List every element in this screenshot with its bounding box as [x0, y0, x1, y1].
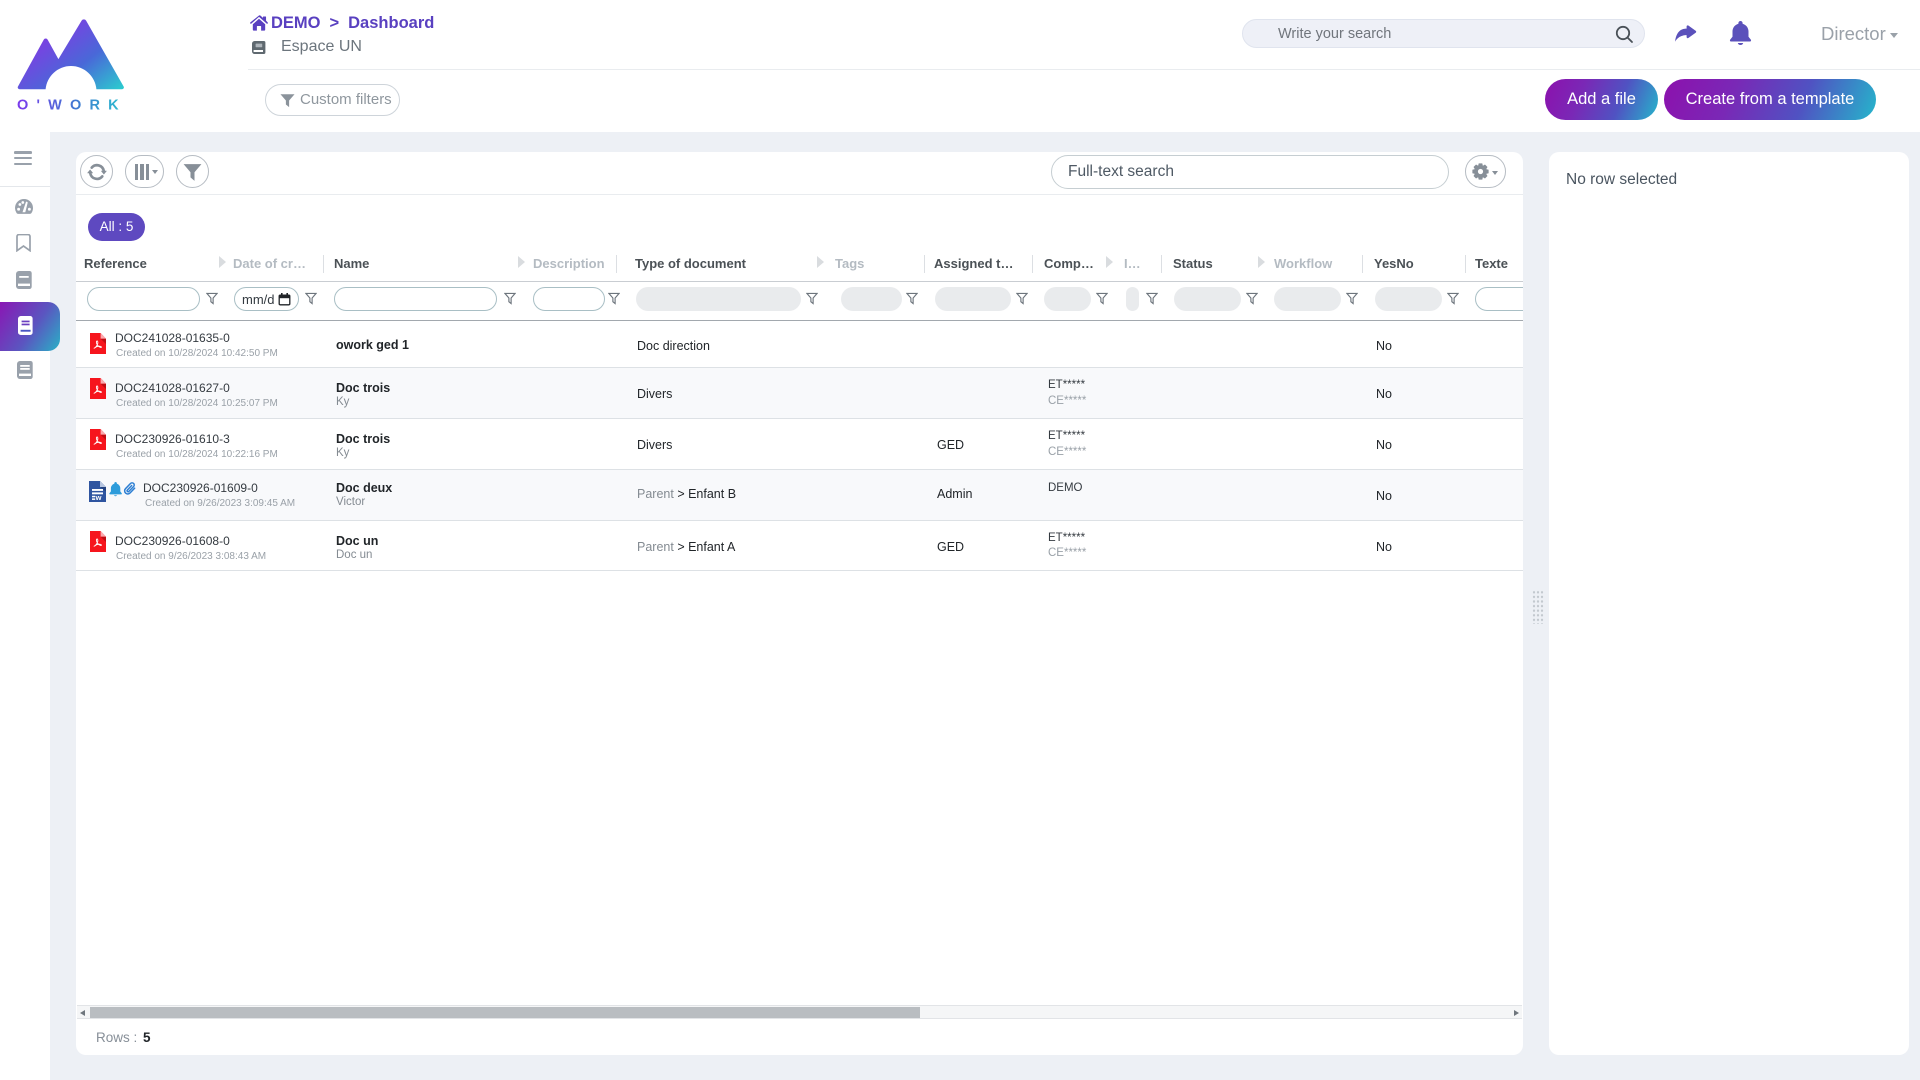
- svg-text:w: w: [95, 493, 102, 502]
- svg-text:O'WORK: O'WORK: [17, 98, 124, 111]
